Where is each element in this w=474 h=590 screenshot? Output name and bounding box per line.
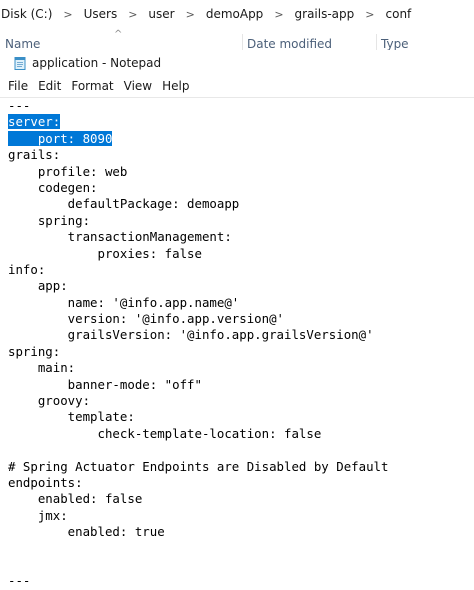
editor-line[interactable]: jmx: xyxy=(8,508,388,524)
line-text: --- xyxy=(8,573,31,589)
notepad-icon xyxy=(13,56,27,70)
editor-line[interactable]: check-template-location: false xyxy=(8,426,388,442)
chevron-right-icon: > xyxy=(185,7,195,21)
chevron-right-icon: > xyxy=(365,7,375,21)
menu-edit[interactable]: Edit xyxy=(33,79,66,93)
line-text: app: xyxy=(8,278,68,294)
chevron-right-icon: > xyxy=(274,7,284,21)
line-text: proxies: false xyxy=(8,245,202,261)
breadcrumb-conf[interactable]: conf xyxy=(383,7,415,21)
line-text: spring: xyxy=(8,212,91,228)
editor-line[interactable]: profile: web xyxy=(8,164,388,180)
breadcrumb-user[interactable]: user xyxy=(145,7,177,21)
line-text: profile: web xyxy=(8,163,128,179)
menu-bar: File Edit Format View Help xyxy=(0,76,474,96)
line-text: check-template-location: false xyxy=(8,425,322,441)
selected-text: port: 8090 xyxy=(8,130,113,146)
menu-view[interactable]: View xyxy=(119,79,157,93)
menu-file[interactable]: File xyxy=(0,79,33,93)
menu-help[interactable]: Help xyxy=(157,79,194,93)
editor-line[interactable] xyxy=(8,541,388,557)
editor-line[interactable]: grailsVersion: '@info.app.grailsVersion@… xyxy=(8,327,388,343)
line-text: spring: xyxy=(8,343,61,359)
editor-line[interactable]: transactionManagement: xyxy=(8,229,388,245)
line-text: main: xyxy=(8,360,76,376)
line-text: enabled: true xyxy=(8,524,165,540)
column-divider[interactable] xyxy=(242,34,243,50)
column-header-date-modified[interactable]: Date modified xyxy=(247,37,332,50)
editor-line[interactable]: spring: xyxy=(8,213,388,229)
editor-line[interactable]: codegen: xyxy=(8,180,388,196)
column-divider[interactable] xyxy=(376,34,377,50)
window-title: application - Notepad xyxy=(32,56,162,70)
selected-text: server: xyxy=(8,114,61,130)
line-text: banner-mode: "off" xyxy=(8,376,202,392)
breadcrumb-demoapp[interactable]: demoApp xyxy=(203,7,266,21)
editor-line[interactable]: endpoints: xyxy=(8,475,388,491)
editor-line[interactable]: spring: xyxy=(8,344,388,360)
notepad-window: application - Notepad File Edit Format V… xyxy=(0,51,474,590)
column-header-name[interactable]: Name xyxy=(5,37,40,50)
line-text: endpoints: xyxy=(8,474,83,490)
line-text: info: xyxy=(8,261,46,277)
column-header-type[interactable]: Type xyxy=(381,37,409,50)
line-text: groovy: xyxy=(8,393,91,409)
editor-line[interactable]: app: xyxy=(8,278,388,294)
editor-line[interactable]: --- xyxy=(8,98,388,114)
line-text: jmx: xyxy=(8,507,68,523)
line-text: # Spring Actuator Endpoints are Disabled… xyxy=(8,458,389,474)
file-explorer-window: Disk (C:) > Users > user > demoApp > gra… xyxy=(0,0,474,50)
editor-line[interactable]: banner-mode: "off" xyxy=(8,377,388,393)
text-editor-area[interactable]: --- server: port: 8090 grails: profile: we… xyxy=(0,97,474,590)
chevron-right-icon: > xyxy=(128,7,138,21)
editor-line[interactable]: template: xyxy=(8,409,388,425)
editor-line[interactable]: version: '@info.app.version@' xyxy=(8,311,388,327)
sort-ascending-icon: ^ xyxy=(114,29,123,40)
column-headers: ^ Name Date modified Type xyxy=(0,29,474,50)
editor-line[interactable]: # Spring Actuator Endpoints are Disabled… xyxy=(8,459,388,475)
line-text: template: xyxy=(8,409,135,425)
chevron-right-icon: > xyxy=(63,7,73,21)
line-text: defaultPackage: demoapp xyxy=(8,196,240,212)
editor-line[interactable]: main: xyxy=(8,360,388,376)
line-text: grails: xyxy=(8,147,61,163)
editor-line[interactable]: grails: xyxy=(8,147,388,163)
editor-line[interactable]: name: '@info.app.name@' xyxy=(8,295,388,311)
editor-line[interactable] xyxy=(8,557,388,573)
title-bar[interactable]: application - Notepad xyxy=(0,51,474,75)
breadcrumb-grails-app[interactable]: grails-app xyxy=(292,7,358,21)
editor-line[interactable]: proxies: false xyxy=(8,246,388,262)
editor-line[interactable]: enabled: false xyxy=(8,491,388,507)
line-text: codegen: xyxy=(8,179,98,195)
line-text: name: '@info.app.name@' xyxy=(8,294,240,310)
editor-line[interactable]: enabled: true xyxy=(8,524,388,540)
line-text: transactionManagement: xyxy=(8,229,232,245)
line-text: grailsVersion: '@info.app.grailsVersion@… xyxy=(8,327,374,343)
editor-line[interactable]: defaultPackage: demoapp xyxy=(8,196,388,212)
editor-line[interactable]: server: xyxy=(8,114,388,130)
line-text: --- xyxy=(8,98,31,113)
line-text: enabled: false xyxy=(8,491,143,507)
editor-line[interactable]: --- xyxy=(8,573,388,589)
editor-content[interactable]: --- server: port: 8090 grails: profile: we… xyxy=(8,98,388,590)
editor-line[interactable]: info: xyxy=(8,262,388,278)
editor-line[interactable]: groovy: xyxy=(8,393,388,409)
breadcrumb-disk[interactable]: Disk (C:) xyxy=(0,7,55,21)
editor-line[interactable] xyxy=(8,442,388,458)
editor-line[interactable]: port: 8090 xyxy=(8,130,388,147)
breadcrumb[interactable]: Disk (C:) > Users > user > demoApp > gra… xyxy=(0,0,414,28)
breadcrumb-users[interactable]: Users xyxy=(81,7,121,21)
menu-format[interactable]: Format xyxy=(66,79,118,93)
line-text: version: '@info.app.version@' xyxy=(8,311,285,327)
